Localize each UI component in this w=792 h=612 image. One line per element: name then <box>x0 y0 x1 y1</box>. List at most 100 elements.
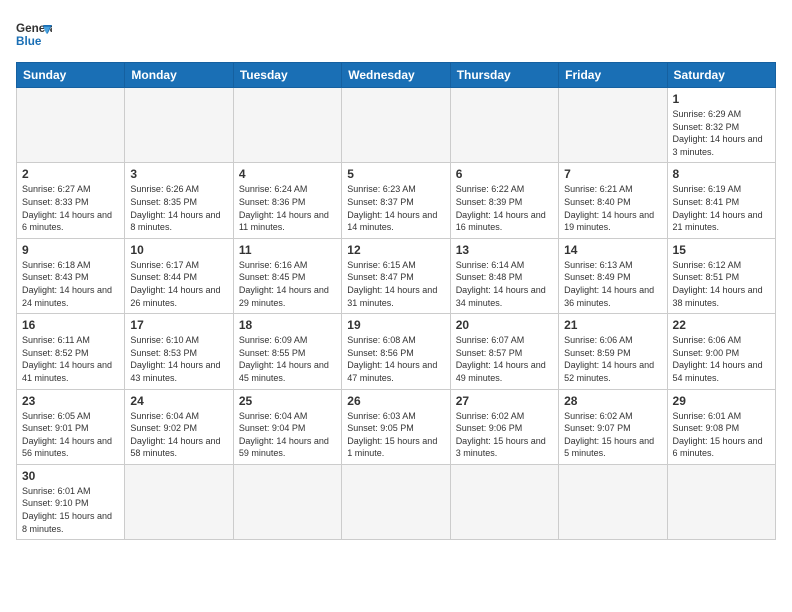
calendar-cell <box>233 464 341 539</box>
day-info: Sunrise: 6:17 AM Sunset: 8:44 PM Dayligh… <box>130 259 227 309</box>
calendar-cell: 4 Sunrise: 6:24 AM Sunset: 8:36 PM Daylig… <box>233 163 341 238</box>
day-info: Sunrise: 6:04 AM Sunset: 9:02 PM Dayligh… <box>130 410 227 460</box>
calendar-cell: 5 Sunrise: 6:23 AM Sunset: 8:37 PM Daylig… <box>342 163 450 238</box>
weekday-header-friday: Friday <box>559 63 667 88</box>
day-info: Sunrise: 6:02 AM Sunset: 9:07 PM Dayligh… <box>564 410 661 460</box>
day-number: 4 <box>239 167 336 181</box>
weekday-header-saturday: Saturday <box>667 63 775 88</box>
day-number: 27 <box>456 394 553 408</box>
calendar-cell <box>125 464 233 539</box>
day-info: Sunrise: 6:04 AM Sunset: 9:04 PM Dayligh… <box>239 410 336 460</box>
calendar-week-row: 23 Sunrise: 6:05 AM Sunset: 9:01 PM Dayli… <box>17 389 776 464</box>
day-info: Sunrise: 6:18 AM Sunset: 8:43 PM Dayligh… <box>22 259 119 309</box>
day-info: Sunrise: 6:26 AM Sunset: 8:35 PM Dayligh… <box>130 183 227 233</box>
day-number: 16 <box>22 318 119 332</box>
day-number: 26 <box>347 394 444 408</box>
calendar-cell <box>233 88 341 163</box>
calendar-cell <box>559 464 667 539</box>
day-info: Sunrise: 6:16 AM Sunset: 8:45 PM Dayligh… <box>239 259 336 309</box>
calendar-cell <box>342 464 450 539</box>
day-number: 15 <box>673 243 770 257</box>
calendar-cell: 18Sunrise: 6:09 AM Sunset: 8:55 PM Dayli… <box>233 314 341 389</box>
logo-icon: General Blue <box>16 16 52 52</box>
day-info: Sunrise: 6:01 AM Sunset: 9:10 PM Dayligh… <box>22 485 119 535</box>
day-number: 5 <box>347 167 444 181</box>
day-number: 13 <box>456 243 553 257</box>
calendar-cell <box>17 88 125 163</box>
day-info: Sunrise: 6:09 AM Sunset: 8:55 PM Dayligh… <box>239 334 336 384</box>
day-number: 3 <box>130 167 227 181</box>
day-number: 2 <box>22 167 119 181</box>
calendar-cell: 26 Sunrise: 6:03 AM Sunset: 9:05 PM Dayli… <box>342 389 450 464</box>
day-number: 14 <box>564 243 661 257</box>
weekday-header-thursday: Thursday <box>450 63 558 88</box>
calendar-cell: 9Sunrise: 6:18 AM Sunset: 8:43 PM Daylig… <box>17 238 125 313</box>
calendar-cell <box>125 88 233 163</box>
day-number: 6 <box>456 167 553 181</box>
day-info: Sunrise: 6:06 AM Sunset: 9:00 PM Dayligh… <box>673 334 770 384</box>
svg-text:Blue: Blue <box>16 35 42 48</box>
day-number: 30 <box>22 469 119 483</box>
day-info: Sunrise: 6:14 AM Sunset: 8:48 PM Dayligh… <box>456 259 553 309</box>
day-info: Sunrise: 6:19 AM Sunset: 8:41 PM Dayligh… <box>673 183 770 233</box>
day-info: Sunrise: 6:03 AM Sunset: 9:05 PM Dayligh… <box>347 410 444 460</box>
logo: General Blue <box>16 16 52 52</box>
calendar-cell <box>450 464 558 539</box>
day-number: 1 <box>673 92 770 106</box>
calendar-cell: 6 Sunrise: 6:22 AM Sunset: 8:39 PM Daylig… <box>450 163 558 238</box>
day-info: Sunrise: 6:08 AM Sunset: 8:56 PM Dayligh… <box>347 334 444 384</box>
calendar-cell: 7 Sunrise: 6:21 AM Sunset: 8:40 PM Daylig… <box>559 163 667 238</box>
day-number: 12 <box>347 243 444 257</box>
weekday-header-row: SundayMondayTuesdayWednesdayThursdayFrid… <box>17 63 776 88</box>
day-info: Sunrise: 6:05 AM Sunset: 9:01 PM Dayligh… <box>22 410 119 460</box>
day-number: 21 <box>564 318 661 332</box>
calendar-cell <box>450 88 558 163</box>
weekday-header-wednesday: Wednesday <box>342 63 450 88</box>
page-header: General Blue <box>16 16 776 52</box>
day-info: Sunrise: 6:22 AM Sunset: 8:39 PM Dayligh… <box>456 183 553 233</box>
calendar-cell: 11Sunrise: 6:16 AM Sunset: 8:45 PM Dayli… <box>233 238 341 313</box>
calendar-cell: 12Sunrise: 6:15 AM Sunset: 8:47 PM Dayli… <box>342 238 450 313</box>
calendar-week-row: 30 Sunrise: 6:01 AM Sunset: 9:10 PM Dayli… <box>17 464 776 539</box>
day-number: 23 <box>22 394 119 408</box>
calendar-week-row: 9Sunrise: 6:18 AM Sunset: 8:43 PM Daylig… <box>17 238 776 313</box>
calendar-cell: 30 Sunrise: 6:01 AM Sunset: 9:10 PM Dayli… <box>17 464 125 539</box>
calendar-cell: 3 Sunrise: 6:26 AM Sunset: 8:35 PM Daylig… <box>125 163 233 238</box>
day-info: Sunrise: 6:21 AM Sunset: 8:40 PM Dayligh… <box>564 183 661 233</box>
weekday-header-tuesday: Tuesday <box>233 63 341 88</box>
day-number: 22 <box>673 318 770 332</box>
calendar-cell: 25Sunrise: 6:04 AM Sunset: 9:04 PM Dayli… <box>233 389 341 464</box>
calendar-cell: 15 Sunrise: 6:12 AM Sunset: 8:51 PM Dayli… <box>667 238 775 313</box>
calendar-cell: 22 Sunrise: 6:06 AM Sunset: 9:00 PM Dayli… <box>667 314 775 389</box>
calendar-table: SundayMondayTuesdayWednesdayThursdayFrid… <box>16 62 776 540</box>
day-info: Sunrise: 6:24 AM Sunset: 8:36 PM Dayligh… <box>239 183 336 233</box>
day-number: 20 <box>456 318 553 332</box>
calendar-week-row: 16 Sunrise: 6:11 AM Sunset: 8:52 PM Dayli… <box>17 314 776 389</box>
calendar-cell: 19 Sunrise: 6:08 AM Sunset: 8:56 PM Dayli… <box>342 314 450 389</box>
day-info: Sunrise: 6:13 AM Sunset: 8:49 PM Dayligh… <box>564 259 661 309</box>
day-number: 8 <box>673 167 770 181</box>
calendar-week-row: 1 Sunrise: 6:29 AM Sunset: 8:32 PM Daylig… <box>17 88 776 163</box>
day-number: 7 <box>564 167 661 181</box>
calendar-cell: 23 Sunrise: 6:05 AM Sunset: 9:01 PM Dayli… <box>17 389 125 464</box>
day-number: 19 <box>347 318 444 332</box>
day-info: Sunrise: 6:29 AM Sunset: 8:32 PM Dayligh… <box>673 108 770 158</box>
day-info: Sunrise: 6:27 AM Sunset: 8:33 PM Dayligh… <box>22 183 119 233</box>
calendar-cell: 10 Sunrise: 6:17 AM Sunset: 8:44 PM Dayli… <box>125 238 233 313</box>
calendar-week-row: 2 Sunrise: 6:27 AM Sunset: 8:33 PM Daylig… <box>17 163 776 238</box>
weekday-header-monday: Monday <box>125 63 233 88</box>
calendar-cell: 21 Sunrise: 6:06 AM Sunset: 8:59 PM Dayli… <box>559 314 667 389</box>
day-info: Sunrise: 6:23 AM Sunset: 8:37 PM Dayligh… <box>347 183 444 233</box>
day-number: 29 <box>673 394 770 408</box>
day-info: Sunrise: 6:02 AM Sunset: 9:06 PM Dayligh… <box>456 410 553 460</box>
day-info: Sunrise: 6:11 AM Sunset: 8:52 PM Dayligh… <box>22 334 119 384</box>
calendar-cell <box>559 88 667 163</box>
day-info: Sunrise: 6:07 AM Sunset: 8:57 PM Dayligh… <box>456 334 553 384</box>
day-info: Sunrise: 6:12 AM Sunset: 8:51 PM Dayligh… <box>673 259 770 309</box>
day-info: Sunrise: 6:06 AM Sunset: 8:59 PM Dayligh… <box>564 334 661 384</box>
day-number: 10 <box>130 243 227 257</box>
day-number: 28 <box>564 394 661 408</box>
day-number: 17 <box>130 318 227 332</box>
calendar-cell <box>667 464 775 539</box>
calendar-cell: 24Sunrise: 6:04 AM Sunset: 9:02 PM Dayli… <box>125 389 233 464</box>
